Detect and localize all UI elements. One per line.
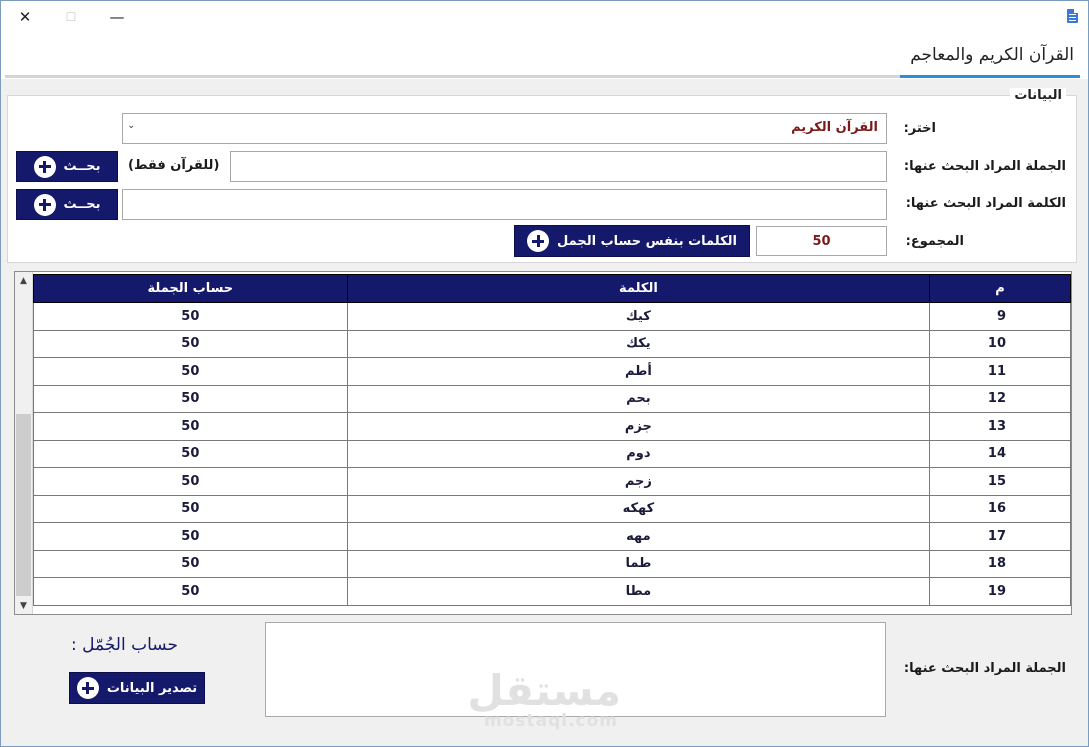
title-bar: ✕ ☐ — (1, 1, 1088, 33)
plus-icon (33, 155, 56, 178)
word-search-label: الكلمة المراد البحث عنها: (905, 196, 1066, 211)
cell-word[interactable]: بحم (346, 384, 931, 413)
jummal-title: حساب الجُمّل : (71, 635, 178, 655)
cell-jummal[interactable]: 50 (33, 577, 348, 606)
watermark-english: mostaql.com (483, 711, 619, 731)
results-grid[interactable]: ▲ ▼ م الكلمة حساب الجملة 9 كيك 50 10 يكك… (14, 271, 1072, 615)
same-calc-words-label: الكلمات بنفس حساب الجمل (557, 233, 737, 249)
cell-index[interactable]: 9 (929, 302, 1071, 331)
cell-index[interactable]: 12 (929, 384, 1071, 413)
table-row[interactable]: 17 مهه 50 (33, 522, 1071, 551)
table-header-row: م الكلمة حساب الجملة (33, 274, 1071, 303)
scroll-up-icon[interactable]: ▲ (15, 272, 32, 289)
table-row[interactable]: 9 كيك 50 (33, 302, 1071, 331)
plus-icon (33, 193, 56, 216)
cell-index[interactable]: 13 (929, 412, 1071, 441)
cell-word[interactable]: كيك (346, 302, 931, 331)
minimize-icon[interactable]: — (107, 7, 127, 27)
cell-word[interactable]: مهه (346, 522, 931, 551)
table-row[interactable]: 19 مطا 50 (33, 577, 1071, 606)
tab-quran-dictionaries[interactable]: القرآن الكريم والمعاجم (910, 45, 1074, 65)
source-select[interactable]: القرآن الكريم ⌄ (122, 113, 887, 144)
cell-jummal[interactable]: 50 (33, 467, 348, 496)
plus-icon (76, 677, 99, 699)
tab-bar: القرآن الكريم والمعاجم (1, 33, 1088, 79)
cell-index[interactable]: 11 (929, 357, 1071, 386)
cell-index[interactable]: 15 (929, 467, 1071, 496)
word-search-input[interactable] (122, 189, 887, 220)
total-value: 50 (756, 226, 887, 256)
choose-label: اختر: (903, 121, 936, 136)
chevron-down-icon[interactable]: ⌄ (127, 120, 135, 131)
cell-index[interactable]: 18 (929, 549, 1071, 578)
cell-jummal[interactable]: 50 (33, 549, 348, 578)
cell-word[interactable]: مطا (346, 577, 931, 606)
watermark-arabic: مستقل (467, 666, 621, 715)
scroll-down-icon[interactable]: ▼ (15, 597, 32, 614)
table-row[interactable]: 16 كهكه 50 (33, 494, 1071, 523)
cell-word[interactable]: دوم (346, 439, 931, 468)
tab-active-indicator (900, 75, 1080, 78)
close-icon[interactable]: ✕ (15, 7, 35, 27)
table-row[interactable]: 11 أطم 50 (33, 357, 1071, 386)
watermark: مستقل mostaql.com (467, 666, 621, 732)
export-button-label: تصدير البيانات (106, 680, 198, 696)
cell-index[interactable]: 17 (929, 522, 1071, 551)
data-groupbox: البيانات اختر: القرآن الكريم ⌄ الجملة ال… (7, 88, 1077, 263)
table-row[interactable]: 13 جزم 50 (33, 412, 1071, 441)
sentence-search-button[interactable]: بحــث (16, 151, 118, 182)
cell-index[interactable]: 16 (929, 494, 1071, 523)
cell-word[interactable]: طما (346, 549, 931, 578)
table-row[interactable]: 10 يكك 50 (33, 329, 1071, 358)
sentence-search-input[interactable] (230, 151, 887, 182)
cell-word[interactable]: كهكه (346, 494, 931, 523)
table-row[interactable]: 18 طما 50 (33, 549, 1071, 578)
cell-word[interactable]: يكك (346, 329, 931, 358)
bottom-sentence-label: الجملة المراد البحث عنها: (903, 661, 1066, 676)
cell-jummal[interactable]: 50 (33, 412, 348, 441)
table-row[interactable]: 15 زجم 50 (33, 467, 1071, 496)
cell-jummal[interactable]: 50 (33, 329, 348, 358)
maximize-icon[interactable]: ☐ (61, 7, 81, 27)
cell-jummal[interactable]: 50 (33, 439, 348, 468)
cell-jummal[interactable]: 50 (33, 384, 348, 413)
sentence-search-label: الجملة المراد البحث عنها: (903, 159, 1066, 174)
results-table: م الكلمة حساب الجملة 9 كيك 50 10 يكك 50 … (33, 274, 1071, 606)
cell-word[interactable]: أطم (346, 357, 931, 386)
column-header-jummal[interactable]: حساب الجملة (33, 274, 348, 303)
quran-only-note: (للقرآن فقط) (128, 158, 220, 173)
cell-jummal[interactable]: 50 (33, 302, 348, 331)
cell-index[interactable]: 10 (929, 329, 1071, 358)
cell-word[interactable]: زجم (346, 467, 931, 496)
column-header-index[interactable]: م (929, 274, 1071, 303)
app-window: ✕ ☐ — القرآن الكريم والمعاجم البيانات اخ… (0, 0, 1089, 747)
export-data-button[interactable]: تصدير البيانات (69, 672, 205, 704)
table-row[interactable]: 14 دوم 50 (33, 439, 1071, 468)
cell-jummal[interactable]: 50 (33, 357, 348, 386)
vertical-scrollbar[interactable]: ▲ ▼ (15, 272, 33, 614)
cell-word[interactable]: جزم (346, 412, 931, 441)
word-search-button[interactable]: بحــث (16, 189, 118, 220)
cell-jummal[interactable]: 50 (33, 494, 348, 523)
source-select-value: القرآن الكريم (791, 120, 878, 135)
table-row[interactable]: 12 بحم 50 (33, 384, 1071, 413)
search-button-label: بحــث (63, 197, 101, 212)
cell-index[interactable]: 19 (929, 577, 1071, 606)
cell-jummal[interactable]: 50 (33, 522, 348, 551)
plus-icon (527, 230, 550, 252)
cell-index[interactable]: 14 (929, 439, 1071, 468)
search-button-label: بحــث (63, 159, 101, 174)
same-calc-words-button[interactable]: الكلمات بنفس حساب الجمل (514, 225, 750, 257)
group-legend: البيانات (1010, 88, 1066, 103)
scroll-thumb[interactable] (16, 414, 31, 596)
document-icon (1067, 9, 1078, 23)
total-label: المجموع: (905, 234, 964, 249)
column-header-word[interactable]: الكلمة (346, 274, 931, 303)
